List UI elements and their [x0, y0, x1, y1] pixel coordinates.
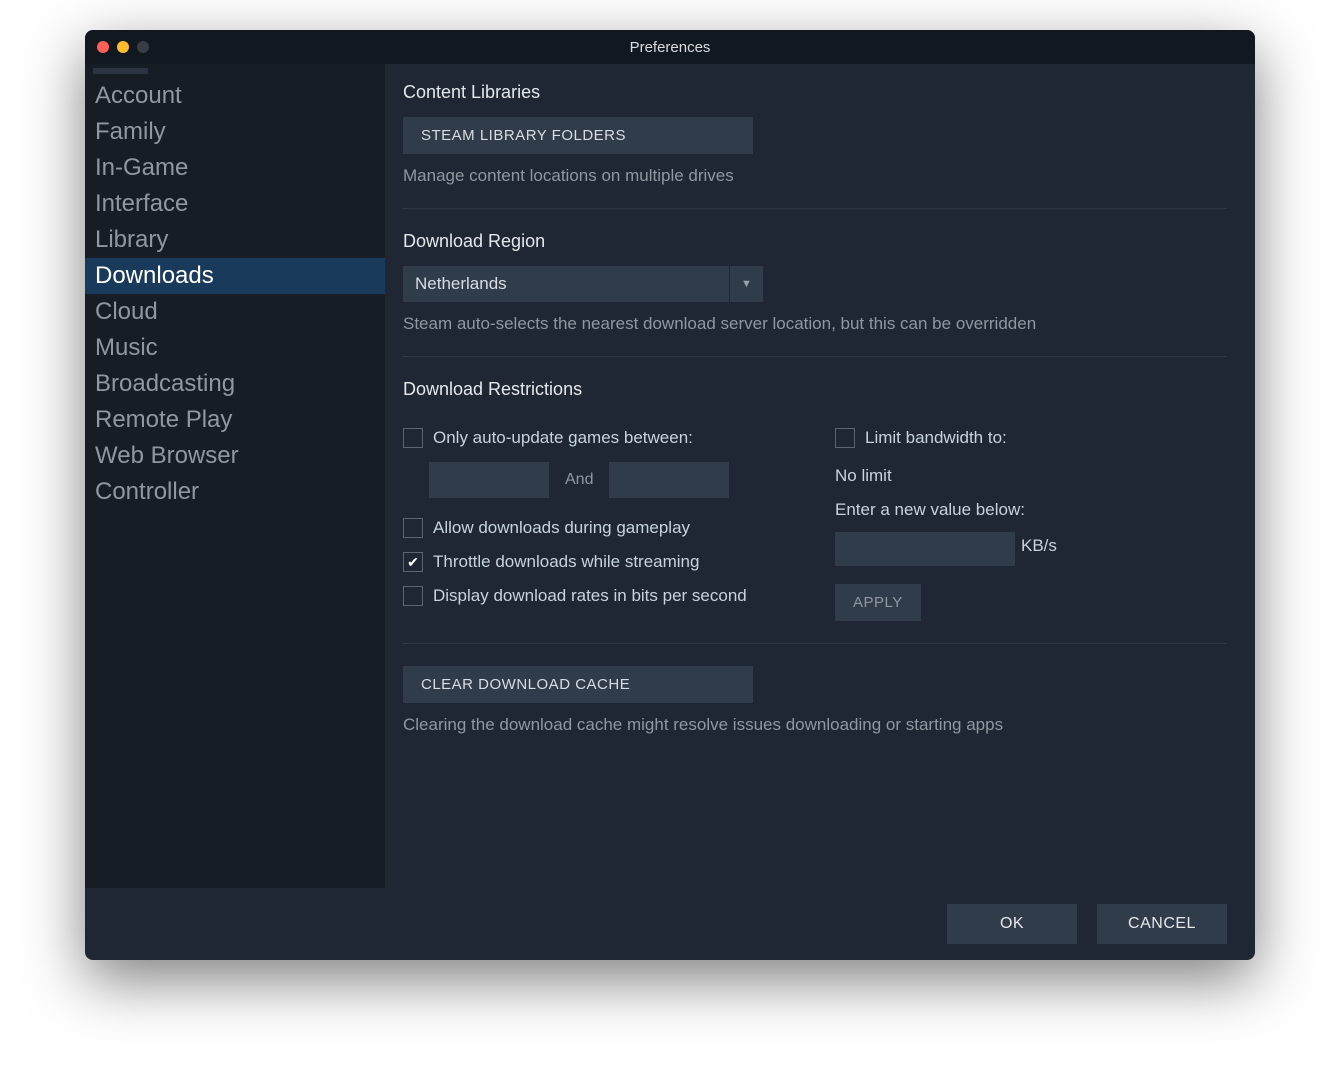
apply-button[interactable]: APPLY — [835, 584, 921, 621]
download-restrictions-title: Download Restrictions — [403, 379, 1227, 400]
sidebar-item-library[interactable]: Library — [85, 222, 385, 258]
chevron-down-icon: ▼ — [729, 266, 763, 302]
download-region-select[interactable]: Netherlands ▼ — [403, 266, 763, 302]
auto-update-time-row: And — [429, 462, 795, 498]
sidebar-item-account[interactable]: Account — [85, 78, 385, 114]
divider — [403, 643, 1227, 644]
body: AccountFamilyIn-GameInterfaceLibraryDown… — [85, 64, 1255, 888]
bandwidth-input[interactable] — [835, 532, 1015, 566]
close-icon[interactable] — [97, 41, 109, 53]
zoom-icon[interactable] — [137, 41, 149, 53]
time-to-input[interactable] — [609, 462, 729, 498]
restrictions-row: Only auto-update games between: And Allo… — [403, 414, 1227, 621]
sidebar-item-cloud[interactable]: Cloud — [85, 294, 385, 330]
sidebar-item-controller[interactable]: Controller — [85, 474, 385, 510]
limit-bandwidth-checkbox[interactable] — [835, 428, 855, 448]
allow-gameplay-label: Allow downloads during gameplay — [433, 518, 690, 538]
display-bits-row: Display download rates in bits per secon… — [403, 586, 795, 606]
download-region-value: Netherlands — [403, 266, 729, 302]
sidebar-item-broadcasting[interactable]: Broadcasting — [85, 366, 385, 402]
no-limit-text: No limit — [835, 466, 1227, 486]
window-title: Preferences — [85, 39, 1255, 56]
auto-update-label: Only auto-update games between: — [433, 428, 693, 448]
clear-download-cache-button[interactable]: CLEAR DOWNLOAD CACHE — [403, 666, 753, 703]
throttle-streaming-label: Throttle downloads while streaming — [433, 552, 699, 572]
content-libraries-title: Content Libraries — [403, 82, 1227, 103]
divider — [403, 356, 1227, 357]
limit-bandwidth-row: Limit bandwidth to: — [835, 428, 1227, 448]
auto-update-checkbox[interactable] — [403, 428, 423, 448]
sidebar: AccountFamilyIn-GameInterfaceLibraryDown… — [85, 64, 385, 888]
footer: OK CANCEL — [85, 888, 1255, 960]
restrictions-right-col: Limit bandwidth to: No limit Enter a new… — [835, 414, 1227, 621]
preferences-window: Preferences AccountFamilyIn-GameInterfac… — [85, 30, 1255, 960]
sidebar-item-family[interactable]: Family — [85, 114, 385, 150]
limit-bandwidth-label: Limit bandwidth to: — [865, 428, 1007, 448]
clear-cache-desc: Clearing the download cache might resolv… — [403, 715, 1227, 735]
titlebar: Preferences — [85, 30, 1255, 64]
and-label: And — [565, 471, 593, 489]
content-libraries-desc: Manage content locations on multiple dri… — [403, 166, 1227, 186]
enter-new-text: Enter a new value below: — [835, 500, 1227, 520]
ok-button[interactable]: OK — [947, 904, 1077, 944]
display-bits-checkbox[interactable] — [403, 586, 423, 606]
cancel-button[interactable]: CANCEL — [1097, 904, 1227, 944]
sidebar-item-downloads[interactable]: Downloads — [85, 258, 385, 294]
sidebar-item-music[interactable]: Music — [85, 330, 385, 366]
traffic-lights — [97, 41, 149, 53]
sidebar-item-interface[interactable]: Interface — [85, 186, 385, 222]
sidebar-item-remote-play[interactable]: Remote Play — [85, 402, 385, 438]
sidebar-item-in-game[interactable]: In-Game — [85, 150, 385, 186]
time-from-input[interactable] — [429, 462, 549, 498]
content-panel: Content Libraries STEAM LIBRARY FOLDERS … — [385, 64, 1255, 888]
nav-list: AccountFamilyIn-GameInterfaceLibraryDown… — [85, 78, 385, 510]
download-region-title: Download Region — [403, 231, 1227, 252]
throttle-streaming-checkbox[interactable] — [403, 552, 423, 572]
auto-update-row: Only auto-update games between: — [403, 428, 795, 448]
minimize-icon[interactable] — [117, 41, 129, 53]
allow-gameplay-row: Allow downloads during gameplay — [403, 518, 795, 538]
throttle-streaming-row: Throttle downloads while streaming — [403, 552, 795, 572]
download-region-desc: Steam auto-selects the nearest download … — [403, 314, 1227, 334]
bandwidth-unit: KB/s — [1021, 536, 1057, 556]
steam-library-folders-button[interactable]: STEAM LIBRARY FOLDERS — [403, 117, 753, 154]
display-bits-label: Display download rates in bits per secon… — [433, 586, 747, 606]
divider — [403, 208, 1227, 209]
allow-gameplay-checkbox[interactable] — [403, 518, 423, 538]
sidebar-item-web-browser[interactable]: Web Browser — [85, 438, 385, 474]
sidebar-decoration — [93, 68, 148, 74]
restrictions-left-col: Only auto-update games between: And Allo… — [403, 414, 795, 621]
